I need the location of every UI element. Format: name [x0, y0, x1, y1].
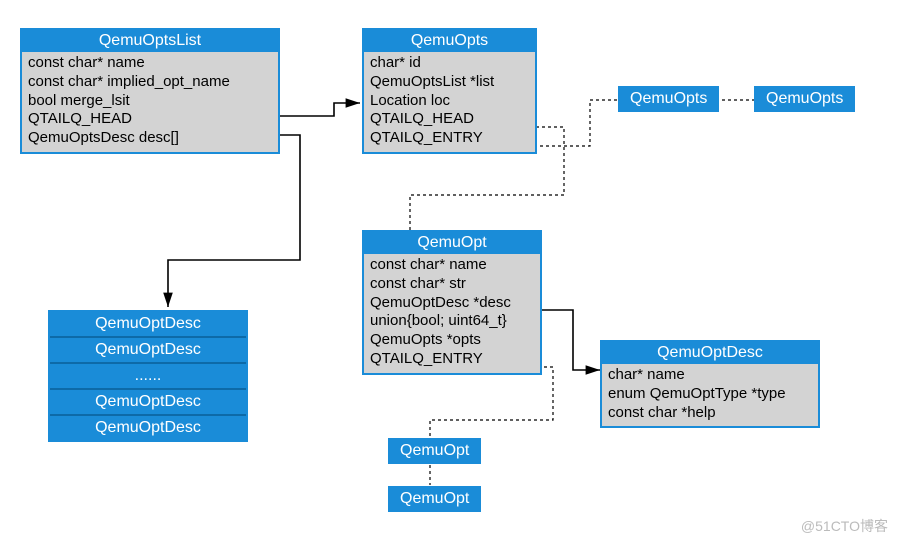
list-qemu-opt-desc: QemuOptDesc QemuOptDesc ...... QemuOptDe…: [48, 310, 248, 442]
struct-title: QemuOpt: [364, 232, 540, 254]
node-qemu-opt-2: QemuOpt: [388, 486, 481, 512]
struct-qemu-opts-list: QemuOptsList const char* name const char…: [20, 28, 280, 154]
struct-body: char* name enum QemuOptType *type const …: [602, 364, 818, 426]
field: bool merge_lsit: [28, 92, 272, 111]
node-qemu-opts-2: QemuOpts: [754, 86, 855, 112]
list-item: QemuOptDesc: [50, 312, 246, 338]
field: QTAILQ_ENTRY: [370, 129, 529, 148]
struct-body: const char* name const char* implied_opt…: [22, 52, 278, 152]
field: QemuOptDesc *desc: [370, 294, 534, 313]
field: const char* str: [370, 275, 534, 294]
field: union{bool; uint64_t}: [370, 312, 534, 331]
struct-qemu-opt: QemuOpt const char* name const char* str…: [362, 230, 542, 375]
watermark: @51CTO博客: [801, 516, 888, 536]
struct-title: QemuOptDesc: [602, 342, 818, 364]
field: enum QemuOptType *type: [608, 385, 812, 404]
node-qemu-opt-1: QemuOpt: [388, 438, 481, 464]
node-label: QemuOpt: [400, 442, 469, 459]
list-item: QemuOptDesc: [50, 338, 246, 364]
field: QTAILQ_HEAD: [370, 110, 529, 129]
struct-qemu-opts: QemuOpts char* id QemuOptsList *list Loc…: [362, 28, 537, 154]
field: const char* name: [370, 256, 534, 275]
field: QemuOpts *opts: [370, 331, 534, 350]
field: QTAILQ_HEAD: [28, 110, 272, 129]
struct-title: QemuOptsList: [22, 30, 278, 52]
list-item: QemuOptDesc: [50, 390, 246, 416]
field: QTAILQ_ENTRY: [370, 350, 534, 369]
list-item: QemuOptDesc: [50, 416, 246, 440]
field: const char* implied_opt_name: [28, 73, 272, 92]
node-label: QemuOpts: [766, 90, 843, 107]
node-qemu-opts-1: QemuOpts: [618, 86, 719, 112]
field: char* id: [370, 54, 529, 73]
field: QemuOptsDesc desc[]: [28, 129, 272, 148]
list-item: ......: [50, 364, 246, 390]
field: QemuOptsList *list: [370, 73, 529, 92]
struct-qemu-opt-desc: QemuOptDesc char* name enum QemuOptType …: [600, 340, 820, 428]
field: Location loc: [370, 92, 529, 111]
struct-title: QemuOpts: [364, 30, 535, 52]
field: const char *help: [608, 404, 812, 423]
struct-body: char* id QemuOptsList *list Location loc…: [364, 52, 535, 152]
field: const char* name: [28, 54, 272, 73]
field: char* name: [608, 366, 812, 385]
node-label: QemuOpts: [630, 90, 707, 107]
node-label: QemuOpt: [400, 490, 469, 507]
struct-body: const char* name const char* str QemuOpt…: [364, 254, 540, 373]
